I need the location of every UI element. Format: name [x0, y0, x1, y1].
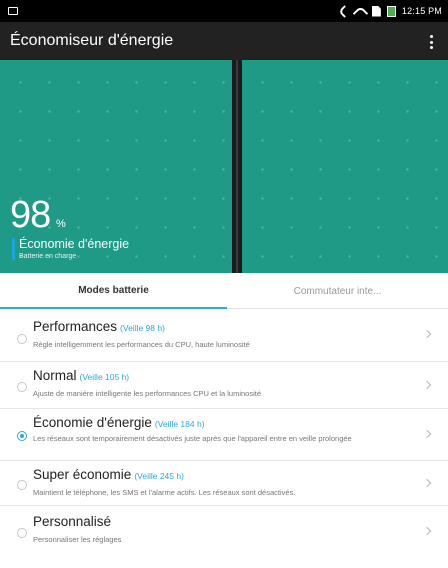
chevron-right-icon [422, 526, 432, 536]
mode-description: Personnaliser les réglages [33, 535, 122, 544]
battery-icon [386, 5, 396, 17]
status-bar: 12:15 PM [0, 0, 448, 22]
mode-description: Ajuste de manière intelligente les perfo… [33, 389, 262, 398]
radio-button[interactable] [17, 528, 27, 538]
mode-item-performances[interactable]: Performances (Veille 98 h) Règle intellig… [0, 310, 448, 362]
notification-icon [8, 7, 18, 15]
charging-status: Batterie en charge [19, 253, 77, 260]
battery-mode-list: Performances (Veille 98 h) Règle intellig… [0, 310, 448, 556]
chevron-right-icon [422, 478, 432, 488]
chevron-right-icon [422, 429, 432, 439]
mode-indicator-bar [12, 238, 15, 260]
status-time: 12:15 PM [401, 6, 442, 16]
pane-divider [232, 60, 242, 273]
tab-smart-switch[interactable]: Commutateur inte... [227, 273, 448, 309]
current-mode-label: Économie d'énergie [19, 237, 130, 251]
chevron-right-icon [422, 329, 432, 339]
page-title: Économiseur d'énergie [10, 32, 174, 49]
mode-item-custom[interactable]: Personnalisé Personnaliser les réglages [0, 506, 448, 556]
mode-title-text: Performances [33, 319, 118, 334]
battery-panel: 98 % Économie d'énergie Batterie en char… [0, 60, 448, 273]
mode-title: Économie d'énergie (Veille 184 h) [33, 415, 205, 430]
chevron-right-icon [422, 380, 432, 390]
battery-percent: 98 [10, 194, 51, 236]
mode-title: Normal (Veille 105 h) [33, 368, 129, 383]
mode-standby-time: (Veille 184 h) [154, 419, 205, 429]
tab-battery-modes[interactable]: Modes batterie [0, 273, 227, 309]
wifi-icon [352, 5, 369, 21]
mode-item-normal[interactable]: Normal (Veille 105 h) Ajuste de manière i… [0, 362, 448, 409]
mode-title-text: Personnalisé [33, 514, 112, 529]
battery-pane-right [242, 60, 448, 273]
mode-title: Super économie (Veille 245 h) [33, 467, 184, 482]
mode-title-text: Économie d'énergie [33, 415, 152, 430]
phone-icon [338, 4, 351, 18]
mode-description: Les réseaux sont temporairement désactiv… [33, 434, 352, 443]
status-icons: 12:15 PM [338, 4, 442, 21]
radio-button[interactable] [17, 382, 27, 392]
battery-saver-screen: 12:15 PM Économiseur d'énergie 98 % Écon… [0, 0, 448, 568]
radio-button[interactable] [17, 334, 27, 344]
battery-percent-unit: % [56, 218, 66, 230]
tab-bar: Modes batterie Commutateur inte... [0, 273, 448, 309]
overflow-menu-icon[interactable] [430, 35, 434, 49]
mode-title-text: Super économie [33, 467, 132, 482]
mode-description: Maintient le téléphone, les SMS et l'ala… [33, 488, 296, 497]
radio-button[interactable] [17, 480, 27, 490]
mode-title: Performances (Veille 98 h) [33, 319, 165, 334]
mode-title: Personnalisé [33, 514, 111, 529]
mode-item-energy-saving[interactable]: Économie d'énergie (Veille 184 h) Les rés… [0, 409, 448, 461]
mode-title-text: Normal [33, 368, 77, 383]
app-bar: Économiseur d'énergie [0, 22, 448, 60]
mode-description: Règle intelligemment les performances du… [33, 340, 250, 349]
mode-standby-time: (Veille 98 h) [120, 323, 165, 333]
sim-icon [371, 5, 381, 17]
mode-standby-time: (Veille 105 h) [79, 372, 130, 382]
mode-item-super-saving[interactable]: Super économie (Veille 245 h) Maintient l… [0, 461, 448, 506]
radio-button-selected[interactable] [17, 431, 27, 441]
mode-standby-time: (Veille 245 h) [134, 471, 184, 481]
